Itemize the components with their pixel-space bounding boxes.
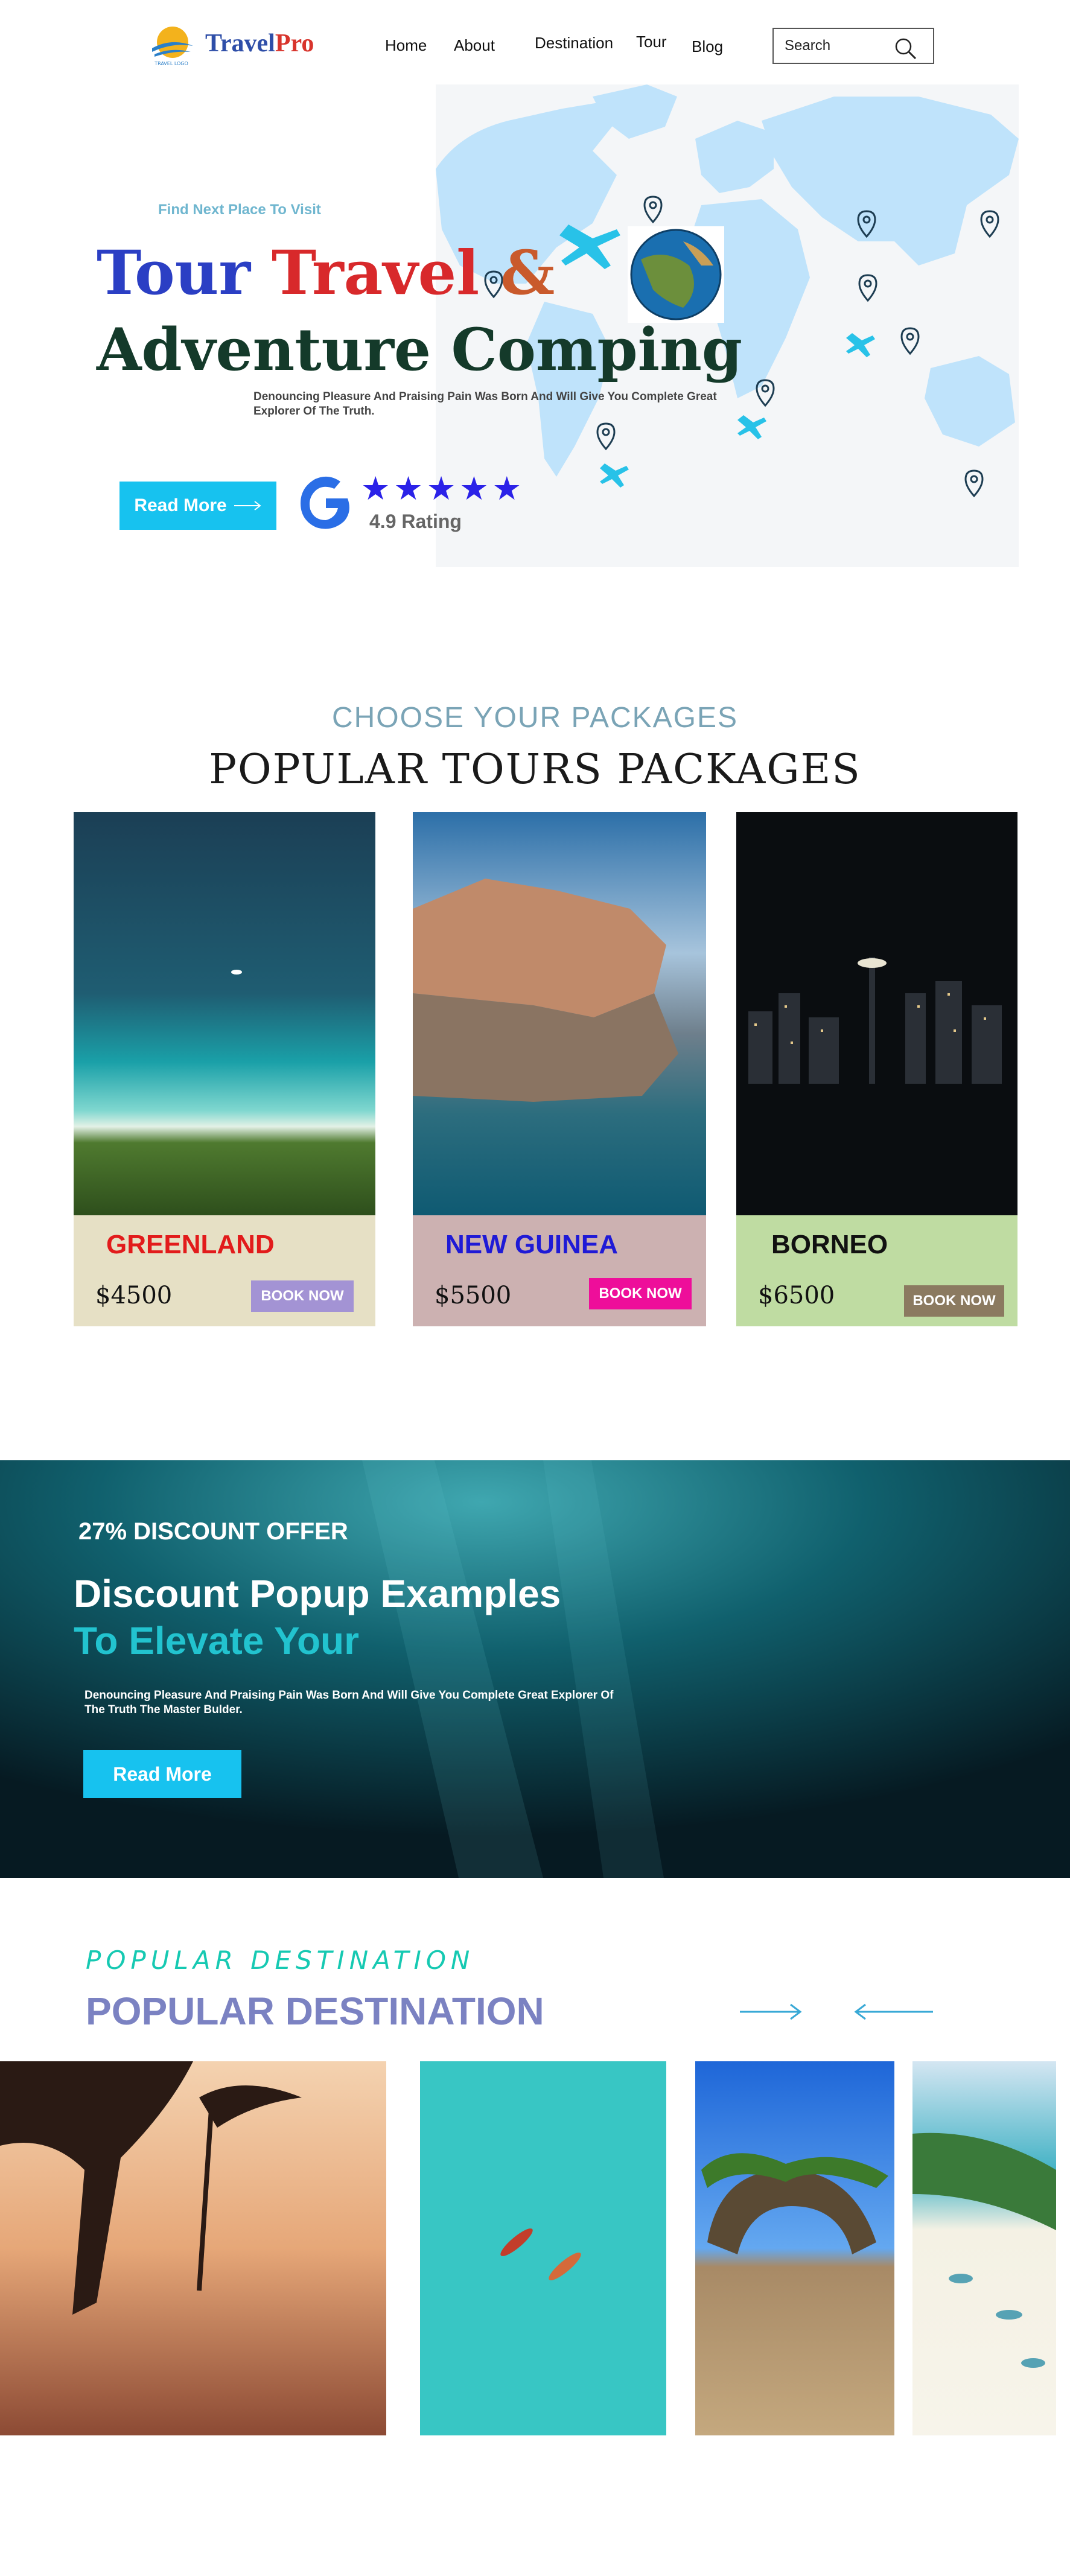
discount-title-line2: To Elevate Your <box>74 1619 360 1662</box>
arrow-right-icon <box>234 501 261 510</box>
package-image-greenland <box>74 812 375 1215</box>
package-card-new-guinea[interactable]: NEW GUINEA $5500 BOOK NOW <box>413 812 706 1326</box>
hero-kicker: Find Next Place To Visit <box>158 202 321 218</box>
book-now-button[interactable]: BOOK NOW <box>904 1285 1004 1317</box>
hero-title-word3: & <box>500 237 555 308</box>
search-box <box>772 28 934 64</box>
search-input[interactable] <box>785 36 887 56</box>
package-image-new-guinea <box>413 812 706 1215</box>
discount-title-line1: Discount Popup Examples <box>74 1572 561 1615</box>
hero-title-line2: Adventure Comping <box>97 316 743 384</box>
package-place: BORNEO <box>771 1230 888 1259</box>
package-card-borneo[interactable]: BORNEO $6500 BOOK NOW <box>736 812 1017 1326</box>
package-place: GREENLAND <box>106 1230 275 1259</box>
google-logo-icon <box>301 476 349 529</box>
book-now-button[interactable]: BOOK NOW <box>589 1278 692 1309</box>
search-icon[interactable] <box>893 36 917 60</box>
hero-title-word1: Tour <box>97 237 251 308</box>
packages-kicker: CHOOSE YOUR PACKAGES <box>331 702 739 734</box>
nav-tour[interactable]: Tour <box>636 33 667 51</box>
arrow-right-icon[interactable] <box>740 2001 803 2023</box>
nav-blog[interactable]: Blog <box>692 37 723 56</box>
nav-about[interactable]: About <box>454 36 495 55</box>
discount-read-more-button[interactable]: Read More <box>83 1750 241 1798</box>
rating-stars: ★★★★★ <box>361 471 526 507</box>
nav-destination[interactable]: Destination <box>535 34 613 52</box>
package-price: $5500 <box>435 1282 512 1309</box>
destination-image-rock-arch[interactable] <box>695 2061 894 2435</box>
package-footer: GREENLAND $4500 BOOK NOW <box>74 1215 375 1326</box>
logo-icon[interactable]: TRAVEL LOGO <box>148 24 194 68</box>
destination-image-lagoon-boats[interactable] <box>420 2061 666 2435</box>
hero-read-more-button[interactable]: Read More <box>119 482 276 530</box>
brand-name[interactable]: TravelPro <box>205 29 314 58</box>
hero-description: Denouncing Pleasure And Praising Pain Wa… <box>253 390 717 418</box>
hero-title-line1: Tour Travel & <box>97 237 555 309</box>
brand-name-part1: Travel <box>205 30 275 57</box>
discount-kicker: 27% DISCOUNT OFFER <box>78 1518 348 1545</box>
discount-description: Denouncing Pleasure And Praising Pain Wa… <box>84 1689 614 1716</box>
svg-text:TRAVEL LOGO: TRAVEL LOGO <box>154 61 188 66</box>
destination-image-beach-swing[interactable] <box>0 2061 386 2435</box>
popular-title: POPULAR DESTINATION <box>86 1989 544 2033</box>
hero-read-more-label: Read More <box>134 495 227 515</box>
package-footer: BORNEO $6500 BOOK NOW <box>736 1215 1017 1326</box>
arrow-left-icon[interactable] <box>853 2001 933 2023</box>
package-card-greenland[interactable]: GREENLAND $4500 BOOK NOW <box>74 812 375 1326</box>
popular-kicker: POPULAR DESTINATION <box>86 1945 475 1975</box>
package-price: $4500 <box>95 1282 173 1309</box>
brand-name-part2: Pro <box>275 30 314 57</box>
packages-title: POPULAR TOURS PACKAGES <box>209 746 861 793</box>
destination-image-tropical-shore[interactable] <box>912 2061 1056 2435</box>
package-price: $6500 <box>758 1282 835 1309</box>
package-footer: NEW GUINEA $5500 BOOK NOW <box>413 1215 706 1326</box>
package-image-borneo <box>736 812 1017 1215</box>
hero-title-word2: Travel <box>271 237 480 308</box>
rating-text: 4.9 Rating <box>369 510 462 532</box>
nav-home[interactable]: Home <box>385 36 427 55</box>
book-now-button[interactable]: BOOK NOW <box>251 1280 354 1312</box>
package-place: NEW GUINEA <box>445 1230 618 1259</box>
